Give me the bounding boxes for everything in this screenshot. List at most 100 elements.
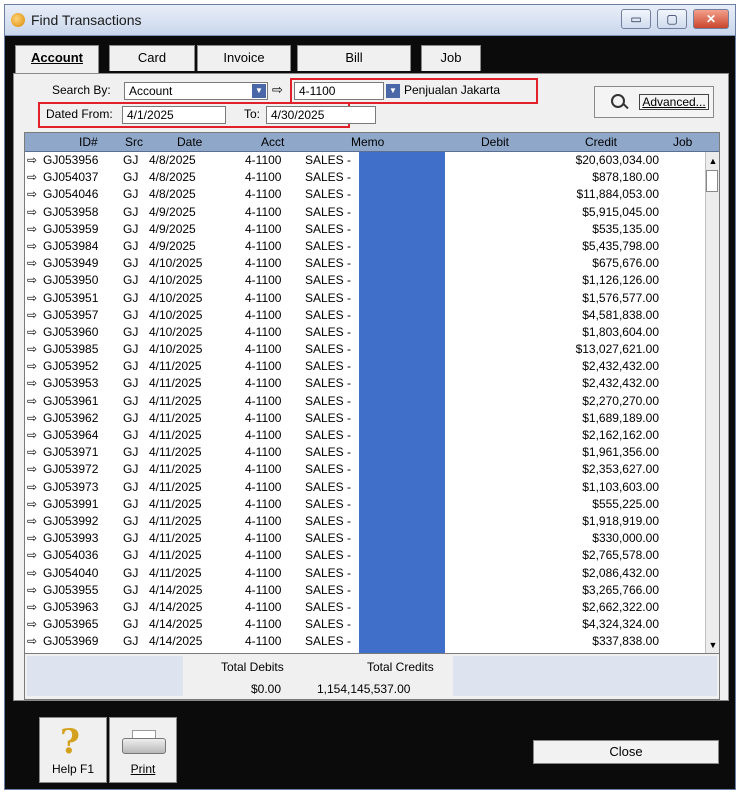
table-row[interactable]: ⇨ GJ053961 GJ 4/11/2025 4-1100 SALES - $2,270,…	[25, 393, 705, 410]
table-row[interactable]: ⇨ GJ053992 GJ 4/11/2025 4-1100 SALES - $1,918,…	[25, 513, 705, 530]
zoom-arrow-icon[interactable]: ⇨	[27, 445, 37, 459]
table-row[interactable]: ⇨ GJ053953 GJ 4/11/2025 4-1100 SALES - $2,432,…	[25, 375, 705, 392]
zoom-arrow-icon[interactable]: ⇨	[27, 634, 37, 648]
table-row[interactable]: ⇨ GJ053971 GJ 4/11/2025 4-1100 SALES - $1,961,…	[25, 444, 705, 461]
cell-id: GJ054036	[43, 548, 99, 563]
cell-credit: $2,432,432.00	[582, 359, 659, 374]
zoom-arrow-icon[interactable]: ⇨	[27, 548, 37, 562]
advanced-button[interactable]: Advanced...	[594, 86, 714, 118]
zoom-arrow-icon[interactable]: ⇨	[27, 480, 37, 494]
cell-id: GJ054046	[43, 187, 99, 202]
grid-scrollbar[interactable]: ▲ ▼	[705, 152, 719, 653]
scroll-thumb[interactable]	[706, 170, 718, 192]
zoom-arrow-icon[interactable]: ⇨	[27, 205, 37, 219]
zoom-arrow-icon[interactable]: ⇨	[27, 256, 37, 270]
table-row[interactable]: ⇨ GJ053950 GJ 4/10/2025 4-1100 SALES - $1,126,…	[25, 272, 705, 289]
zoom-arrow-icon[interactable]: ⇨	[27, 428, 37, 442]
zoom-arrow-icon[interactable]: ⇨	[27, 187, 37, 201]
search-by-dropdown-icon[interactable]: ▼	[252, 84, 266, 98]
cell-credit: $5,435,798.00	[582, 238, 659, 253]
table-row[interactable]: ⇨ GJ053969 GJ 4/14/2025 4-1100 SALES - $337,83…	[25, 633, 705, 650]
minimize-button[interactable]: ▭	[621, 9, 651, 29]
col-memo[interactable]: Memo	[351, 135, 384, 149]
maximize-button[interactable]: ▢	[657, 9, 687, 29]
table-row[interactable]: ⇨ GJ054040 GJ 4/11/2025 4-1100 SALES - $2,086,…	[25, 565, 705, 582]
table-row[interactable]: ⇨ GJ053964 GJ 4/11/2025 4-1100 SALES - $2,162,…	[25, 427, 705, 444]
table-row[interactable]: ⇨ GJ053962 GJ 4/11/2025 4-1100 SALES - $1,689,…	[25, 410, 705, 427]
col-credit[interactable]: Credit	[585, 135, 617, 149]
scroll-up-icon[interactable]: ▲	[707, 154, 719, 168]
zoom-arrow-icon[interactable]: ⇨	[27, 583, 37, 597]
zoom-arrow-icon[interactable]: ⇨	[27, 531, 37, 545]
account-number-field[interactable]: 4-1100	[294, 82, 384, 100]
table-row[interactable]: ⇨ GJ053959 GJ 4/9/2025 4-1100 SALES - $535,135…	[25, 221, 705, 238]
table-row[interactable]: ⇨ GJ053951 GJ 4/10/2025 4-1100 SALES - $1,576,…	[25, 290, 705, 307]
zoom-arrow-icon[interactable]: ⇨	[27, 462, 37, 476]
col-job[interactable]: Job	[673, 135, 692, 149]
table-row[interactable]: ⇨ GJ054046 GJ 4/8/2025 4-1100 SALES - $11,884,…	[25, 186, 705, 203]
cell-acct: 4-1100	[245, 462, 282, 477]
table-row[interactable]: ⇨ GJ053960 GJ 4/10/2025 4-1100 SALES - $1,803,…	[25, 324, 705, 341]
dated-from-field[interactable]: 4/1/2025	[122, 106, 226, 124]
col-date[interactable]: Date	[177, 135, 202, 149]
zoom-arrow-icon[interactable]: ⇨	[27, 359, 37, 373]
table-row[interactable]: ⇨ GJ054036 GJ 4/11/2025 4-1100 SALES - $2,765,…	[25, 547, 705, 564]
table-row[interactable]: ⇨ GJ053965 GJ 4/14/2025 4-1100 SALES - $4,324,…	[25, 616, 705, 633]
table-row[interactable]: ⇨ GJ054037 GJ 4/8/2025 4-1100 SALES - $878,180…	[25, 169, 705, 186]
table-row[interactable]: ⇨ GJ053972 GJ 4/11/2025 4-1100 SALES - $2,353,…	[25, 461, 705, 478]
close-button[interactable]: Close	[533, 740, 719, 764]
zoom-arrow-icon[interactable]: ⇨	[27, 617, 37, 631]
search-by-select[interactable]: Account	[124, 82, 268, 100]
print-button[interactable]: Print	[109, 717, 177, 783]
zoom-arrow-icon[interactable]: ⇨	[27, 308, 37, 322]
dated-to-field[interactable]: 4/30/2025	[266, 106, 376, 124]
table-row[interactable]: ⇨ GJ053993 GJ 4/11/2025 4-1100 SALES - $330,00…	[25, 530, 705, 547]
table-row[interactable]: ⇨ GJ053963 GJ 4/14/2025 4-1100 SALES - $2,662,…	[25, 599, 705, 616]
zoom-arrow-icon[interactable]: ⇨	[27, 394, 37, 408]
zoom-arrow-icon[interactable]: ⇨	[27, 497, 37, 511]
table-row[interactable]: ⇨ GJ053958 GJ 4/9/2025 4-1100 SALES - $5,915,0…	[25, 204, 705, 221]
col-id[interactable]: ID#	[79, 135, 98, 149]
tab-invoice[interactable]: Invoice	[197, 45, 291, 71]
table-row[interactable]: ⇨ GJ053949 GJ 4/10/2025 4-1100 SALES - $675,67…	[25, 255, 705, 272]
table-row[interactable]: ⇨ GJ053952 GJ 4/11/2025 4-1100 SALES - $2,432,…	[25, 358, 705, 375]
help-button[interactable]: ? Help F1	[39, 717, 107, 783]
tab-bill[interactable]: Bill	[297, 45, 411, 71]
scroll-down-icon[interactable]: ▼	[707, 638, 719, 652]
col-debit[interactable]: Debit	[481, 135, 509, 149]
zoom-arrow-icon[interactable]: ⇨	[27, 222, 37, 236]
account-list-icon[interactable]: ▼	[386, 84, 400, 98]
zoom-arrow-icon[interactable]: ⇨	[27, 273, 37, 287]
zoom-arrow-icon[interactable]: ⇨	[27, 342, 37, 356]
table-row[interactable]: ⇨ GJ053991 GJ 4/11/2025 4-1100 SALES - $555,22…	[25, 496, 705, 513]
cell-date: 4/14/2025	[149, 634, 203, 649]
table-row[interactable]: ⇨ GJ053957 GJ 4/10/2025 4-1100 SALES - $4,581,…	[25, 307, 705, 324]
tab-account[interactable]: Account	[15, 45, 99, 75]
col-src[interactable]: Src	[125, 135, 143, 149]
zoom-arrow-icon[interactable]: ⇨	[27, 325, 37, 339]
total-debits-label: Total Debits	[221, 660, 284, 674]
table-row[interactable]: ⇨ GJ053955 GJ 4/14/2025 4-1100 SALES - $3,265,…	[25, 582, 705, 599]
zoom-arrow-icon[interactable]: ⇨	[27, 239, 37, 253]
close-window-button[interactable]: ✕	[693, 9, 729, 29]
tab-card[interactable]: Card	[109, 45, 195, 71]
tab-job[interactable]: Job	[421, 45, 481, 71]
cell-id: GJ053959	[43, 221, 99, 236]
table-row[interactable]: ⇨ GJ053984 GJ 4/9/2025 4-1100 SALES - $5,435,7…	[25, 238, 705, 255]
table-row[interactable]: ⇨ GJ053973 GJ 4/11/2025 4-1100 SALES - $1,103,…	[25, 479, 705, 496]
cell-date: 4/8/2025	[149, 153, 196, 167]
cell-id: GJ053985	[43, 342, 99, 357]
table-row[interactable]: ⇨ GJ053985 GJ 4/10/2025 4-1100 SALES - $13,027…	[25, 341, 705, 358]
zoom-arrow-icon[interactable]: ⇨	[27, 600, 37, 614]
cell-memo: SALES -	[305, 238, 352, 253]
zoom-arrow-icon[interactable]: ⇨	[27, 411, 37, 425]
zoom-arrow-icon[interactable]: ⇨	[27, 514, 37, 528]
zoom-arrow-icon[interactable]: ⇨	[27, 170, 37, 184]
cell-memo: SALES -	[305, 342, 352, 357]
zoom-arrow-icon[interactable]: ⇨	[27, 566, 37, 580]
zoom-arrow-icon[interactable]: ⇨	[27, 153, 37, 167]
table-row[interactable]: ⇨ GJ053956 GJ 4/8/2025 4-1100 SALES - $20,603,…	[25, 152, 705, 169]
zoom-arrow-icon[interactable]: ⇨	[27, 291, 37, 305]
col-acct[interactable]: Acct	[261, 135, 284, 149]
zoom-arrow-icon[interactable]: ⇨	[27, 376, 37, 390]
